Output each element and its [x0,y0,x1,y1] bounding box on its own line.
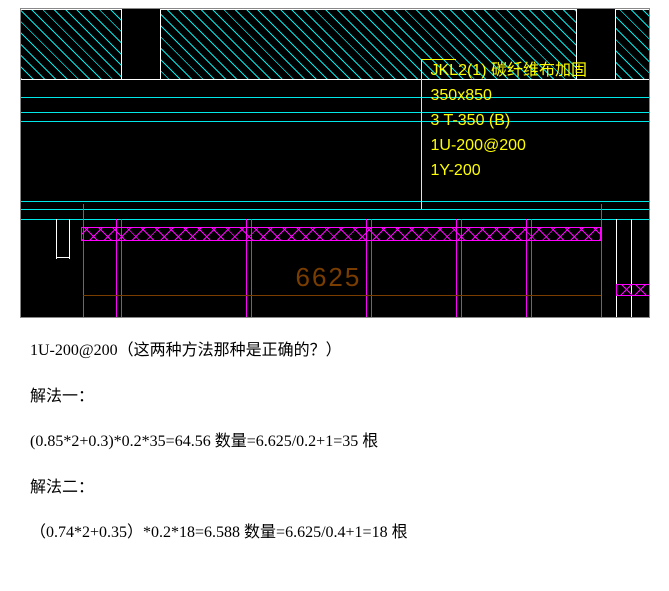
beam-spec-label-3: 3 T-350 (B) [431,111,511,132]
hatch-beam-right [616,284,650,296]
grid-line [526,219,527,318]
grid-line [246,219,247,318]
solution-1-calc: (0.85*2+0.3)*0.2*35=64.56 数量=6.625/0.2+1… [30,429,639,455]
line [21,9,650,10]
stub-line [631,219,632,318]
beam-line [21,209,650,210]
stub-line [56,219,57,259]
beam-spec-label-4: 1U-200@200 [431,136,526,157]
beam-line [21,201,650,202]
grid-line [601,204,602,318]
question-text: 1U-200@200（这两种方法那种是正确的？） [30,338,639,364]
grid-line [251,219,252,318]
dimension-value: 6625 [296,262,362,293]
beam-line [21,112,650,113]
stub-line [69,219,70,259]
leader-line [421,59,456,60]
beam-spec-label-2: 350x850 [431,86,492,107]
stub-line [616,219,617,318]
beam-line [21,121,650,122]
column-gap [121,9,161,79]
grid-line [366,219,367,318]
beam-spec-label-5: 1Y-200 [431,161,481,182]
document-body: 1U-200@200（这两种方法那种是正确的？） 解法一： (0.85*2+0.… [30,338,639,546]
solution-1-label: 解法一： [30,384,639,410]
stub-line [56,257,70,258]
cad-drawing-viewport: JKL2(1) 碳纤维布加固 350x850 3 T-350 (B) 1U-20… [20,8,650,318]
grid-line [83,204,84,318]
beam-spec-label-1: JKL2(1) 碳纤维布加固 [431,61,587,82]
grid-line [121,219,122,318]
hatch-beam [81,227,601,241]
grid-line [116,219,117,318]
dimension-line [83,295,601,296]
grid-line [456,219,457,318]
grid-line [461,219,462,318]
leader-line [421,59,422,209]
solution-2-calc: （0.74*2+0.35）*0.2*18=6.588 数量=6.625/0.4+… [30,520,639,546]
solution-2-label: 解法二： [30,475,639,501]
beam-line [21,97,650,98]
grid-line [371,219,372,318]
grid-line [531,219,532,318]
